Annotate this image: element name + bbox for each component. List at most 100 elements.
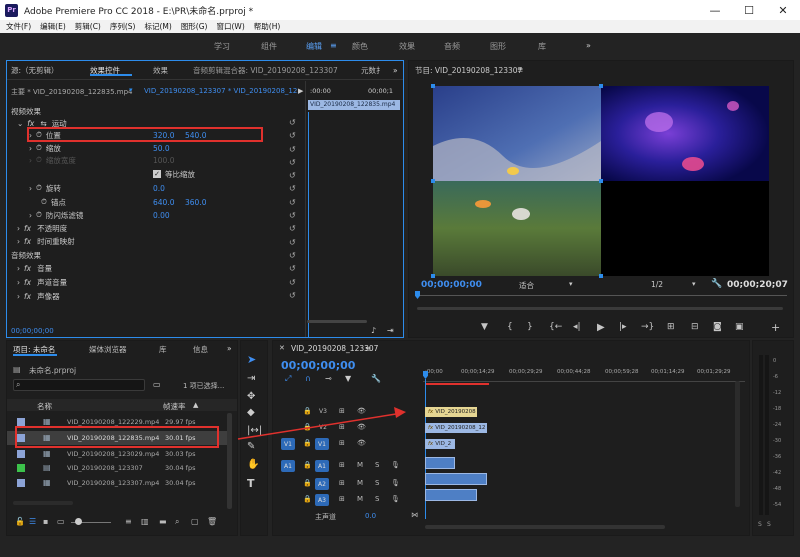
reset-icon[interactable]: ↺ bbox=[289, 156, 301, 169]
flicker-value[interactable]: 0.00 bbox=[153, 211, 170, 220]
zoom-slider-thumb[interactable] bbox=[75, 518, 82, 525]
mark-out-icon[interactable]: } bbox=[527, 322, 533, 332]
audio-clip-a1-part[interactable] bbox=[425, 457, 455, 469]
sync-lock-icon[interactable]: ⊞ bbox=[339, 495, 345, 503]
ripple-edit-tool-icon[interactable]: ✥ bbox=[247, 391, 255, 402]
workspace-audio[interactable]: 音频 bbox=[444, 41, 460, 52]
track-label-a2[interactable]: A2 bbox=[315, 478, 329, 490]
reset-icon[interactable]: ↺ bbox=[289, 249, 301, 262]
stopwatch-icon[interactable]: ⏱ bbox=[36, 183, 42, 193]
timeline-clip-v3[interactable]: fx VID_20190208 bbox=[425, 407, 477, 417]
program-playhead[interactable] bbox=[415, 291, 420, 299]
solo-button[interactable]: S bbox=[375, 461, 379, 469]
solo-right-button[interactable]: S bbox=[767, 521, 771, 528]
comparison-view-icon[interactable]: ▣ bbox=[735, 322, 744, 332]
slip-tool-icon[interactable]: |↔| bbox=[247, 425, 262, 436]
fx-icon[interactable]: fx bbox=[24, 292, 31, 301]
tab-libraries[interactable]: 库 bbox=[159, 344, 167, 355]
reset-icon[interactable]: ↺ bbox=[289, 209, 301, 222]
mute-button[interactable]: M bbox=[357, 495, 363, 503]
transform-handle[interactable] bbox=[431, 84, 435, 88]
track-lock-icon[interactable]: 🔒 bbox=[303, 495, 312, 503]
sync-lock-icon[interactable]: ⊞ bbox=[339, 407, 345, 415]
add-marker-icon[interactable]: ▼ bbox=[345, 374, 351, 383]
zoom-scrollbar[interactable] bbox=[307, 320, 367, 323]
reset-icon[interactable]: ↺ bbox=[289, 196, 301, 209]
project-scrollbar[interactable] bbox=[227, 413, 232, 509]
sort-icon[interactable]: ≡ bbox=[125, 517, 132, 526]
program-scrubber-track[interactable] bbox=[417, 295, 787, 296]
source-patch-v1[interactable]: V1 bbox=[281, 438, 295, 450]
anchor-x-value[interactable]: 640.0 bbox=[153, 198, 174, 207]
timeline-close-icon[interactable]: ✕ bbox=[279, 344, 285, 352]
time-remap-row[interactable]: › fx 时间重映射 bbox=[17, 235, 75, 247]
project-horizontal-scrollbar[interactable] bbox=[13, 501, 73, 505]
toggle-output-eye-icon[interactable]: 👁 bbox=[357, 407, 366, 415]
menu-clip[interactable]: 剪辑(C) bbox=[75, 21, 101, 32]
nest-icon[interactable]: ⤢ bbox=[285, 374, 291, 384]
project-more-icon[interactable]: » bbox=[227, 344, 232, 353]
mini-playhead[interactable] bbox=[308, 112, 309, 337]
program-tab-menu-icon[interactable]: ≡ bbox=[517, 65, 523, 74]
type-tool-icon[interactable]: T bbox=[247, 477, 255, 490]
stopwatch-icon[interactable]: ⏱ bbox=[36, 210, 42, 220]
timeline-settings-icon[interactable]: 🔧 bbox=[371, 374, 381, 383]
resolution-dropdown-arrow-icon[interactable]: ▾ bbox=[692, 280, 696, 288]
voice-over-mic-icon[interactable]: 🎙 bbox=[391, 495, 400, 503]
program-video-frame[interactable] bbox=[431, 84, 769, 278]
flicker-row[interactable]: › ⏱ 防闪烁滤镜 0.00 bbox=[29, 209, 170, 221]
track-select-tool-icon[interactable]: ⇥ bbox=[247, 373, 255, 384]
volume-row[interactable]: › fx 音量 bbox=[17, 262, 52, 274]
toggle-output-eye-icon[interactable]: 👁 bbox=[357, 439, 366, 447]
timeline-clip-v2[interactable]: fx VID_20190208_12 bbox=[425, 423, 487, 433]
voice-over-mic-icon[interactable]: 🎙 bbox=[391, 461, 400, 469]
panel-more-icon[interactable]: » bbox=[393, 66, 398, 75]
program-timecode[interactable]: 00;00;00;00 bbox=[421, 280, 482, 290]
sync-lock-icon[interactable]: ⊞ bbox=[339, 479, 345, 487]
fx-icon[interactable]: fx bbox=[24, 224, 31, 233]
menu-graphics[interactable]: 图形(G) bbox=[181, 21, 208, 32]
column-name[interactable]: 名称 bbox=[37, 401, 52, 412]
new-item-icon[interactable]: ▢ bbox=[191, 517, 199, 526]
go-to-end-icon[interactable]: ⋈ bbox=[411, 511, 418, 519]
transform-handle[interactable] bbox=[599, 179, 603, 183]
list-item[interactable]: ▦ VID_20190208_123029.mp4 30.03 fps bbox=[7, 447, 229, 461]
workspace-more-icon[interactable]: » bbox=[586, 41, 591, 50]
stopwatch-icon[interactable]: ⏱ bbox=[36, 130, 42, 140]
track-lock-icon[interactable]: 🔒 bbox=[303, 439, 312, 447]
workspace-menu-icon[interactable]: ≡ bbox=[330, 41, 337, 50]
tab-effects[interactable]: 效果 bbox=[153, 65, 168, 76]
fit-dropdown-arrow-icon[interactable]: ▾ bbox=[569, 280, 573, 288]
reset-icon[interactable]: ↺ bbox=[289, 143, 301, 156]
mark-in-icon[interactable]: { bbox=[507, 322, 513, 332]
solo-button[interactable]: S bbox=[375, 479, 379, 487]
channel-volume-row[interactable]: › fx 声道音量 bbox=[17, 276, 67, 288]
new-bin-icon[interactable]: ▬ bbox=[159, 517, 167, 526]
scale-value[interactable]: 50.0 bbox=[153, 144, 170, 153]
reset-icon[interactable]: ↺ bbox=[289, 276, 301, 289]
add-marker-icon[interactable]: ▼ bbox=[481, 322, 488, 332]
solo-button[interactable]: S bbox=[375, 495, 379, 503]
lift-icon[interactable]: ⊞ bbox=[667, 322, 675, 332]
step-back-icon[interactable]: ◂| bbox=[573, 322, 581, 332]
project-search-input[interactable]: ⌕ bbox=[13, 379, 145, 391]
track-label-v1[interactable]: V1 bbox=[315, 438, 329, 450]
master-clip-label[interactable]: 主要 * VID_20190208_122835.mp4 bbox=[11, 87, 133, 97]
position-x-value[interactable]: 320.0 bbox=[153, 131, 174, 140]
reset-icon[interactable]: ↺ bbox=[289, 116, 301, 129]
freeform-view-icon[interactable]: ▭ bbox=[57, 517, 65, 526]
razor-tool-icon[interactable]: ◆ bbox=[247, 407, 255, 418]
fx-icon[interactable]: fx bbox=[24, 264, 31, 273]
go-to-in-icon[interactable]: {← bbox=[549, 322, 562, 332]
voice-over-mic-icon[interactable]: 🎙 bbox=[391, 479, 400, 487]
step-forward-icon[interactable]: |▸ bbox=[619, 322, 627, 332]
tab-metadata[interactable]: 元数扌 bbox=[361, 65, 384, 76]
workspace-learn[interactable]: 学习 bbox=[214, 41, 230, 52]
track-lock-icon[interactable]: 🔒 bbox=[303, 461, 312, 469]
tab-source[interactable]: 源:（无剪辑） bbox=[11, 65, 59, 76]
master-volume-value[interactable]: 0.0 bbox=[365, 512, 376, 520]
workspace-color[interactable]: 颜色 bbox=[352, 41, 368, 52]
reset-icon[interactable]: ↺ bbox=[289, 129, 301, 142]
rotation-row[interactable]: › ⏱ 旋转 0.0 bbox=[29, 182, 165, 194]
menu-help[interactable]: 帮助(H) bbox=[254, 21, 281, 32]
